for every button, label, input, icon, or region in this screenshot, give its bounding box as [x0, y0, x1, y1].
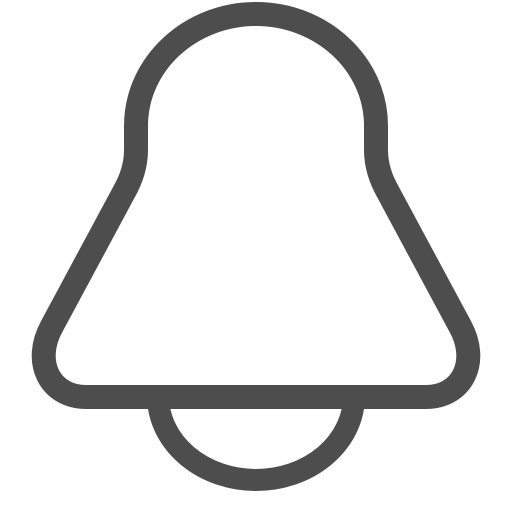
bell-icon — [0, 0, 512, 512]
bell-body — [31, 2, 481, 409]
icon-canvas — [0, 0, 512, 512]
bell-icon-graphic — [31, 2, 481, 491]
